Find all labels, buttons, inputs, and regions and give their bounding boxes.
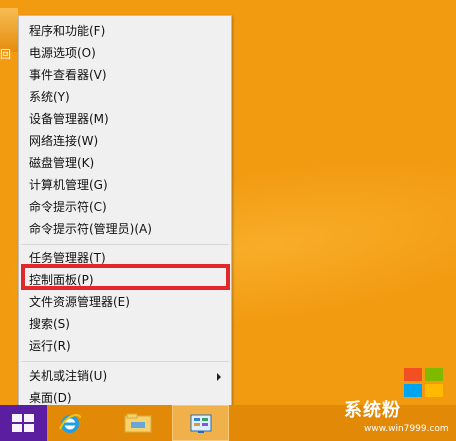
menu-item-command-prompt[interactable]: 命令提示符(C) xyxy=(29,197,229,217)
menu-item-network-connections[interactable]: 网络连接(W) xyxy=(29,131,229,151)
taskbar-internet-explorer-button[interactable] xyxy=(47,405,104,441)
menu-separator xyxy=(21,244,229,245)
desktop-background: 回 程序和功能(F) 电源选项(O) 事件查看器(V) 系统(Y) 设备管理器(… xyxy=(0,0,456,441)
menu-item-run[interactable]: 运行(R) xyxy=(29,336,229,356)
menu-item-event-viewer[interactable]: 事件查看器(V) xyxy=(29,65,229,85)
windows-color-logo-icon xyxy=(404,368,443,397)
submenu-arrow-icon xyxy=(217,373,221,381)
start-button[interactable] xyxy=(0,405,47,441)
menu-item-power-options[interactable]: 电源选项(O) xyxy=(29,43,229,63)
menu-item-system[interactable]: 系统(Y) xyxy=(29,87,229,107)
internet-explorer-icon xyxy=(59,414,81,433)
menu-separator xyxy=(21,361,229,362)
menu-item-file-explorer[interactable]: 文件资源管理器(E) xyxy=(29,292,229,312)
menu-item-disk-management[interactable]: 磁盘管理(K) xyxy=(29,153,229,173)
watermark-url: www.win7999.com xyxy=(364,424,449,434)
menu-item-shutdown-signout-label: 关机或注销(U) xyxy=(29,369,108,383)
menu-item-device-manager[interactable]: 设备管理器(M) xyxy=(29,109,229,129)
windows-logo-icon xyxy=(12,414,34,432)
file-explorer-icon xyxy=(124,413,152,433)
control-panel-icon xyxy=(190,414,212,433)
menu-item-control-panel[interactable]: 控制面板(P) xyxy=(29,270,229,290)
menu-item-programs-and-features[interactable]: 程序和功能(F) xyxy=(29,21,229,41)
taskbar-control-panel-button[interactable] xyxy=(172,405,229,441)
menu-item-task-manager[interactable]: 任务管理器(T) xyxy=(29,248,229,268)
watermark: 系统粉 www.win7999.com xyxy=(342,368,456,441)
desktop-shortcut-label: 回 xyxy=(0,48,11,61)
watermark-text: 系统粉 xyxy=(344,400,401,421)
menu-item-shutdown-signout[interactable]: 关机或注销(U) xyxy=(29,366,229,386)
menu-item-computer-management[interactable]: 计算机管理(G) xyxy=(29,175,229,195)
menu-item-command-prompt-admin[interactable]: 命令提示符(管理员)(A) xyxy=(29,219,229,239)
taskbar-file-explorer-button[interactable] xyxy=(109,405,166,441)
win-x-context-menu: 程序和功能(F) 电源选项(O) 事件查看器(V) 系统(Y) 设备管理器(M)… xyxy=(18,15,232,408)
menu-item-search[interactable]: 搜索(S) xyxy=(29,314,229,334)
